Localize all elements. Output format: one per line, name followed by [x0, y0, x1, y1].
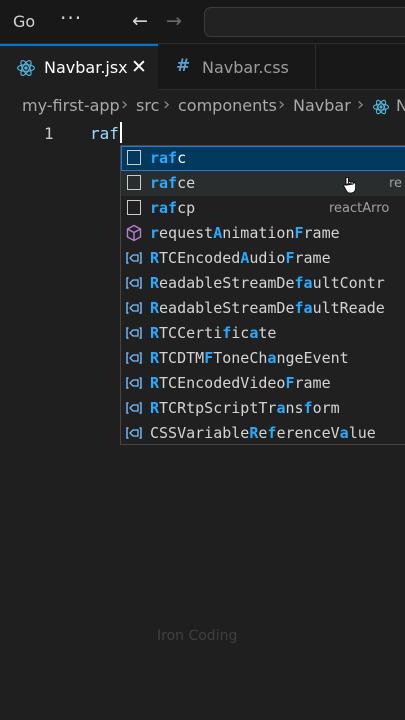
chevron-right-icon: › — [163, 94, 171, 115]
snippet-icon — [125, 199, 143, 217]
suggestion-item[interactable]: RTCDTMFToneChangeEvent — [121, 346, 405, 371]
suggestion-item[interactable]: RTCEncodedAudioFrame — [121, 246, 405, 271]
close-tab-icon[interactable]: ✕ — [131, 56, 147, 78]
suggestion-label: RTCEncodedAudioFrame — [150, 249, 331, 267]
forward-arrow-icon[interactable]: → — [166, 10, 182, 32]
suggestion-label: rafcp — [150, 199, 196, 217]
suggestion-label: ReadableStreamDefaultContr — [150, 274, 385, 292]
line-number: 1 — [44, 124, 54, 143]
more-menu-icon[interactable]: ··· — [60, 6, 82, 30]
suggestion-label: RTCEncodedVideoFrame — [150, 374, 331, 392]
suggestion-item[interactable]: ReadableStreamDefaultReade — [121, 296, 405, 321]
suggestion-item[interactable]: rafce re — [121, 171, 405, 196]
chevron-right-icon: › — [357, 94, 365, 115]
variable-icon — [125, 349, 143, 367]
title-bar: Go ··· ← → — [0, 0, 405, 44]
tab-label: Navbar.jsx — [44, 58, 128, 77]
method-cube-icon — [125, 224, 143, 242]
menu-go[interactable]: Go — [13, 12, 35, 31]
variable-icon — [125, 399, 143, 417]
react-icon — [17, 60, 35, 76]
tab-navbar-jsx[interactable]: Navbar.jsx ✕ — [0, 44, 158, 90]
tab-navbar-css[interactable]: # Navbar.css — [158, 44, 316, 90]
text-cursor — [120, 122, 122, 143]
back-arrow-icon[interactable]: ← — [132, 10, 148, 32]
suggestion-item[interactable]: rafc — [121, 146, 405, 171]
variable-icon — [125, 299, 143, 317]
variable-icon — [125, 424, 143, 442]
suggestion-item[interactable]: RTCRtpScriptTransform — [121, 396, 405, 421]
react-icon — [372, 99, 390, 115]
editor-tab-bar: Navbar.jsx ✕ # Navbar.css — [0, 44, 405, 90]
suggestion-widget: rafc rafce re rafcp reactArro requestAnimatio… — [120, 145, 405, 445]
suggestion-item[interactable]: CSSVariableReferenceValue — [121, 421, 405, 444]
chevron-right-icon: › — [278, 94, 286, 115]
variable-icon — [125, 249, 143, 267]
suggestion-label: CSSVariableReferenceValue — [150, 424, 376, 442]
mouse-pointer-icon — [343, 176, 356, 194]
suggestion-label: rafce — [150, 174, 196, 192]
snippet-icon — [125, 149, 143, 167]
suggestion-item[interactable]: RTCCertificate — [121, 321, 405, 346]
suggestion-detail: re — [389, 176, 403, 191]
suggestion-item[interactable]: RTCEncodedVideoFrame — [121, 371, 405, 396]
variable-icon — [125, 324, 143, 342]
suggestion-detail: reactArro — [329, 201, 390, 216]
breadcrumb-item[interactable]: N — [396, 96, 405, 115]
chevron-right-icon: › — [121, 94, 129, 115]
breadcrumb-item[interactable]: components — [178, 96, 277, 115]
snippet-icon — [125, 174, 143, 192]
suggestion-label: requestAnimationFrame — [150, 224, 340, 242]
suggestion-item[interactable]: rafcp reactArro — [121, 196, 405, 221]
breadcrumb-item[interactable]: Navbar — [293, 96, 351, 115]
code-line[interactable]: raf — [90, 124, 119, 143]
css-hash-icon: # — [176, 56, 191, 76]
watermark: Iron Coding — [157, 628, 238, 644]
tab-label: Navbar.css — [202, 58, 289, 77]
variable-icon — [125, 374, 143, 392]
suggestion-item[interactable]: ReadableStreamDefaultContr — [121, 271, 405, 296]
suggestion-label: RTCRtpScriptTransform — [150, 399, 340, 417]
suggestion-label: RTCDTMFToneChangeEvent — [150, 349, 349, 367]
breadcrumb: my-first-app › src › components › Navbar… — [0, 90, 405, 124]
breadcrumb-item[interactable]: my-first-app — [22, 96, 120, 115]
variable-icon — [125, 274, 143, 292]
suggestion-label: rafc — [150, 149, 187, 167]
suggestion-item[interactable]: requestAnimationFrame — [121, 221, 405, 246]
suggestion-label: ReadableStreamDefaultReade — [150, 299, 385, 317]
suggestion-label: RTCCertificate — [150, 324, 277, 342]
command-center-input[interactable] — [204, 7, 405, 37]
breadcrumb-item[interactable]: src — [136, 96, 159, 115]
